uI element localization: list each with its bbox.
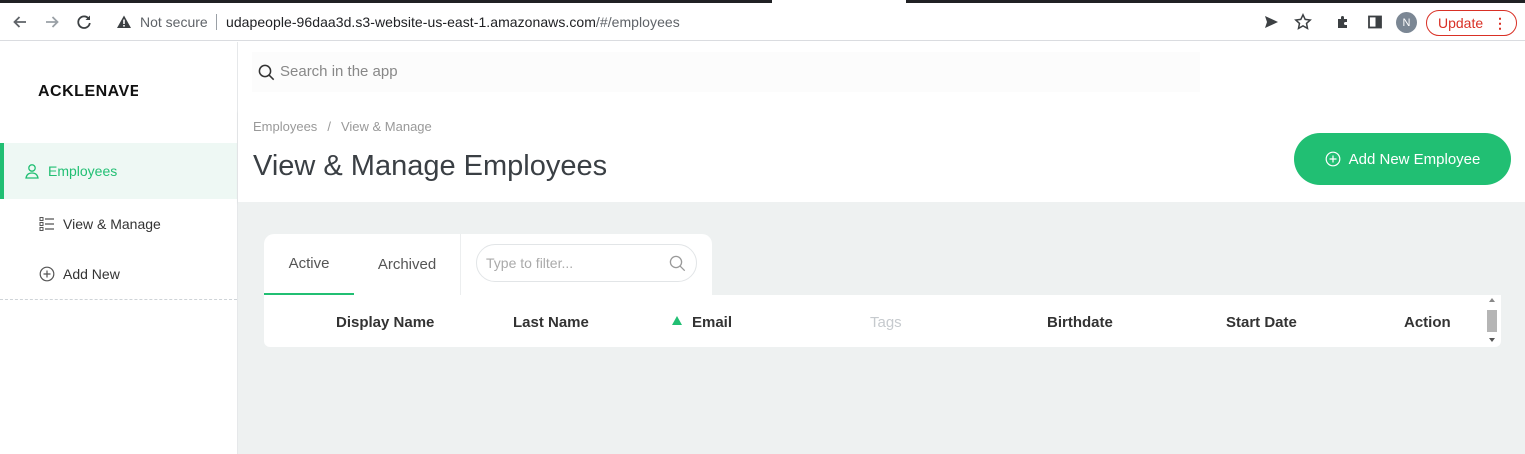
reload-icon[interactable] — [72, 10, 96, 34]
content-area: Active Archived Display Name Last Name E… — [238, 202, 1525, 454]
sidebar-item-label: Add New — [63, 266, 120, 282]
tab-active[interactable]: Active — [264, 234, 354, 295]
sort-ascending-icon[interactable] — [672, 316, 682, 325]
breadcrumb: Employees / View & Manage — [253, 119, 432, 134]
column-header-last-name[interactable]: Last Name — [513, 314, 589, 331]
add-new-employee-button[interactable]: Add New Employee — [1294, 133, 1511, 185]
send-icon[interactable] — [1259, 10, 1283, 34]
brand-logo[interactable]: ACKLENAVENUE — [38, 83, 138, 103]
breadcrumb-item-employees[interactable]: Employees — [253, 119, 317, 134]
url-path: /#/employees — [595, 14, 680, 30]
side-panel-icon[interactable] — [1363, 10, 1387, 34]
tab-archived[interactable]: Archived — [354, 234, 460, 295]
breadcrumb-separator: / — [327, 119, 331, 134]
user-icon — [24, 163, 40, 179]
scroll-up-icon[interactable] — [1489, 298, 1495, 302]
sidebar-item-add-new[interactable]: Add New — [0, 249, 237, 299]
sidebar-divider — [0, 299, 237, 300]
sidebar-item-employees[interactable]: Employees — [0, 143, 237, 199]
page-header: Employees / View & Manage View & Manage Em… — [238, 110, 1525, 202]
filter-box[interactable] — [476, 244, 697, 282]
tabs-card: Active Archived — [264, 234, 712, 296]
table-scrollbar[interactable] — [1486, 298, 1498, 344]
column-header-action: Action — [1404, 314, 1451, 331]
omnibox-separator — [216, 14, 217, 30]
sidebar-item-label: View & Manage — [63, 216, 161, 232]
list-icon — [39, 216, 55, 232]
search-input[interactable] — [280, 60, 1180, 82]
security-status[interactable]: Not secure — [140, 14, 208, 30]
plus-circle-icon — [39, 266, 55, 282]
employees-table: Display Name Last Name Email Tags Birthd… — [264, 295, 1501, 347]
browser-toolbar: Not secure udapeople-96daa3d.s3-website-… — [0, 3, 1525, 41]
profile-avatar[interactable]: N — [1396, 12, 1417, 33]
search-box[interactable] — [252, 52, 1200, 92]
back-icon[interactable] — [8, 10, 32, 34]
column-header-display-name[interactable]: Display Name — [336, 314, 434, 331]
plus-circle-icon — [1325, 151, 1341, 167]
extensions-icon[interactable] — [1331, 10, 1355, 34]
forward-icon[interactable] — [40, 10, 64, 34]
update-label: Update — [1438, 15, 1484, 31]
filter-input[interactable] — [486, 254, 656, 272]
add-new-employee-label: Add New Employee — [1348, 150, 1481, 168]
warning-icon[interactable] — [116, 14, 132, 35]
search-icon — [669, 255, 686, 277]
update-button[interactable]: Update ⋮ — [1426, 10, 1517, 36]
breadcrumb-item-view-manage[interactable]: View & Manage — [341, 119, 432, 134]
sidebar-item-label: Employees — [48, 163, 118, 179]
address-bar[interactable]: Not secure udapeople-96daa3d.s3-website-… — [106, 7, 1326, 37]
app-search-bar — [238, 42, 1525, 102]
page-title: View & Manage Employees — [253, 150, 608, 182]
sidebar: ACKLENAVENUE Employees View & Manage Add… — [0, 42, 238, 454]
scroll-down-icon[interactable] — [1489, 338, 1495, 342]
scrollbar-thumb[interactable] — [1487, 310, 1497, 332]
column-header-start-date[interactable]: Start Date — [1226, 314, 1297, 331]
kebab-menu-icon: ⋮ — [1493, 15, 1507, 31]
column-header-email[interactable]: Email — [692, 314, 732, 331]
star-icon[interactable] — [1291, 10, 1315, 34]
column-header-tags: Tags — [870, 314, 902, 331]
column-header-birthdate[interactable]: Birthdate — [1047, 314, 1113, 331]
url-text[interactable]: udapeople-96daa3d.s3-website-us-east-1.a… — [226, 14, 680, 30]
url-host: udapeople-96daa3d.s3-website-us-east-1.a… — [226, 14, 596, 30]
search-icon — [258, 64, 275, 86]
tab-separator — [460, 234, 461, 295]
sidebar-item-view-manage[interactable]: View & Manage — [0, 199, 237, 249]
